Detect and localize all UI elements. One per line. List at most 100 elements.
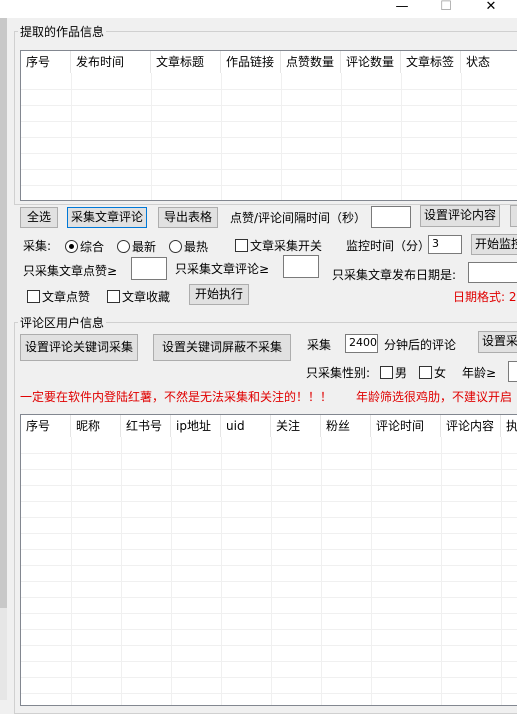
grid-line bbox=[21, 121, 517, 122]
checkbox-icon[interactable] bbox=[27, 290, 40, 303]
publish-date-label: 只采集文章发布日期是: bbox=[332, 268, 457, 282]
checkbox-icon[interactable] bbox=[419, 366, 432, 379]
grid-line bbox=[21, 613, 517, 614]
age-warning: 年龄筛选很鸡肋，不建议开启 bbox=[356, 390, 513, 404]
works-col-tags[interactable]: 文章标签 bbox=[401, 51, 461, 73]
execute-button[interactable]: 开始执行 bbox=[189, 284, 249, 305]
radio-dot-icon[interactable] bbox=[169, 240, 182, 253]
select-all-button[interactable]: 全选 bbox=[20, 207, 58, 228]
article-collect-switch-label: 文章采集开关 bbox=[250, 239, 323, 253]
checkbox-icon[interactable] bbox=[235, 239, 248, 252]
users-col-index[interactable]: 序号 bbox=[21, 415, 71, 437]
works-col-status[interactable]: 状态 bbox=[461, 51, 517, 73]
grid-line bbox=[401, 73, 402, 200]
minimize-button[interactable]: — bbox=[382, 0, 422, 18]
collect-label: 采集: bbox=[23, 239, 52, 253]
grid-line bbox=[71, 73, 72, 200]
age-label: 年龄≥ bbox=[462, 366, 497, 380]
monitor-time-label: 监控时间（分） bbox=[346, 239, 431, 253]
age-input[interactable] bbox=[508, 361, 517, 382]
left-scrollbar-lower bbox=[0, 608, 7, 700]
gender-label: 只采集性别: bbox=[306, 366, 371, 380]
users-col-ip[interactable]: ip地址 bbox=[171, 415, 221, 437]
grid-line bbox=[21, 565, 517, 566]
works-col-index[interactable]: 序号 bbox=[21, 51, 71, 73]
export-table-button[interactable]: 导出表格 bbox=[158, 207, 218, 228]
grid-line bbox=[21, 485, 517, 486]
grid-line bbox=[21, 153, 517, 154]
female-checkbox[interactable]: 女 bbox=[419, 364, 446, 381]
grid-line bbox=[21, 517, 517, 518]
set-keyword-collect-button[interactable]: 设置评论关键词采集 bbox=[20, 334, 138, 361]
maximize-button[interactable]: ☐ bbox=[426, 0, 466, 18]
grid-line bbox=[121, 437, 122, 705]
publish-date-input[interactable] bbox=[468, 262, 517, 283]
radio-newest[interactable]: 最新 bbox=[117, 238, 156, 255]
checkbox-icon[interactable] bbox=[107, 290, 120, 303]
like-article-label: 文章点赞 bbox=[42, 290, 91, 304]
female-label: 女 bbox=[434, 366, 447, 380]
min-likes-input[interactable] bbox=[131, 257, 167, 280]
min-comments-input[interactable] bbox=[283, 255, 319, 278]
fav-article-label: 文章收藏 bbox=[122, 290, 171, 304]
works-col-comments[interactable]: 评论数量 bbox=[341, 51, 401, 73]
minutes-suffix-label: 分钟后的评论 bbox=[384, 338, 457, 352]
login-warning: 一定要在软件内登陆红薯，不然是无法采集和关注的！！！ bbox=[20, 390, 333, 404]
works-col-publish-time[interactable]: 发布时间 bbox=[71, 51, 151, 73]
checkbox-icon[interactable] bbox=[380, 366, 393, 379]
close-button[interactable]: ✕ bbox=[471, 0, 511, 18]
article-collect-switch[interactable]: 文章采集开关 bbox=[235, 237, 322, 254]
collect-comments-button[interactable]: 采集文章评论 bbox=[67, 207, 147, 228]
users-col-comment-content[interactable]: 评论内容 bbox=[441, 415, 501, 437]
grid-line bbox=[501, 437, 502, 705]
grid-line bbox=[21, 581, 517, 582]
male-label: 男 bbox=[395, 366, 408, 380]
users-table[interactable]: 序号 昵称 红书号 ip地址 uid 关注 粉丝 评论时间 评论内容 执 bbox=[20, 414, 517, 706]
clipped-button[interactable] bbox=[510, 205, 517, 227]
interval-label: 点赞/评论间隔时间（秒） bbox=[230, 211, 367, 225]
users-col-fans[interactable]: 粉丝 bbox=[321, 415, 371, 437]
works-col-likes[interactable]: 点赞数量 bbox=[281, 51, 341, 73]
radio-hottest-label: 最热 bbox=[184, 240, 209, 254]
set-keyword-block-button[interactable]: 设置关键词屏蔽不采集 bbox=[153, 334, 291, 361]
users-col-nickname[interactable]: 昵称 bbox=[71, 415, 121, 437]
radio-comprehensive-label: 综合 bbox=[80, 240, 105, 254]
interval-input[interactable] bbox=[371, 206, 411, 228]
grid-line bbox=[21, 185, 517, 186]
works-table[interactable]: 序号 发布时间 文章标题 作品链接 点赞数量 评论数量 文章标签 状态 bbox=[20, 50, 517, 201]
users-col-exec[interactable]: 执 bbox=[501, 415, 517, 437]
grid-line bbox=[21, 549, 517, 550]
set-collect-button[interactable]: 设置采 bbox=[478, 331, 517, 353]
grid-line bbox=[461, 73, 462, 200]
left-scrollbar-track[interactable] bbox=[0, 18, 7, 608]
radio-dot-icon[interactable] bbox=[117, 240, 130, 253]
minutes-input[interactable]: 2400 bbox=[345, 334, 378, 353]
grid-line bbox=[221, 73, 222, 200]
users-col-comment-time[interactable]: 评论时间 bbox=[371, 415, 441, 437]
radio-dot-icon[interactable] bbox=[65, 240, 78, 253]
like-article-checkbox[interactable]: 文章点赞 bbox=[27, 288, 90, 305]
monitor-time-input[interactable]: 3 bbox=[428, 235, 462, 254]
radio-comprehensive[interactable]: 综合 bbox=[65, 238, 104, 255]
grid-line bbox=[21, 661, 517, 662]
title-bar: — ☐ ✕ bbox=[0, 0, 517, 18]
grid-line bbox=[321, 437, 322, 705]
min-comments-label: 只采集文章评论≥ bbox=[175, 262, 270, 276]
grid-line bbox=[271, 437, 272, 705]
set-comment-content-button[interactable]: 设置评论内容 bbox=[420, 205, 500, 227]
grid-line bbox=[21, 137, 517, 138]
users-col-following[interactable]: 关注 bbox=[271, 415, 321, 437]
grid-line bbox=[281, 73, 282, 200]
male-checkbox[interactable]: 男 bbox=[380, 364, 407, 381]
users-col-uid[interactable]: uid bbox=[221, 415, 271, 437]
grid-line bbox=[21, 597, 517, 598]
start-monitor-button[interactable]: 开始监控 bbox=[471, 234, 517, 255]
radio-hottest[interactable]: 最热 bbox=[169, 238, 208, 255]
grid-line bbox=[21, 501, 517, 502]
works-col-link[interactable]: 作品链接 bbox=[221, 51, 281, 73]
works-col-title[interactable]: 文章标题 bbox=[151, 51, 221, 73]
fav-article-checkbox[interactable]: 文章收藏 bbox=[107, 288, 170, 305]
users-col-red-id[interactable]: 红书号 bbox=[121, 415, 171, 437]
grid-line bbox=[21, 645, 517, 646]
grid-line bbox=[71, 437, 72, 705]
